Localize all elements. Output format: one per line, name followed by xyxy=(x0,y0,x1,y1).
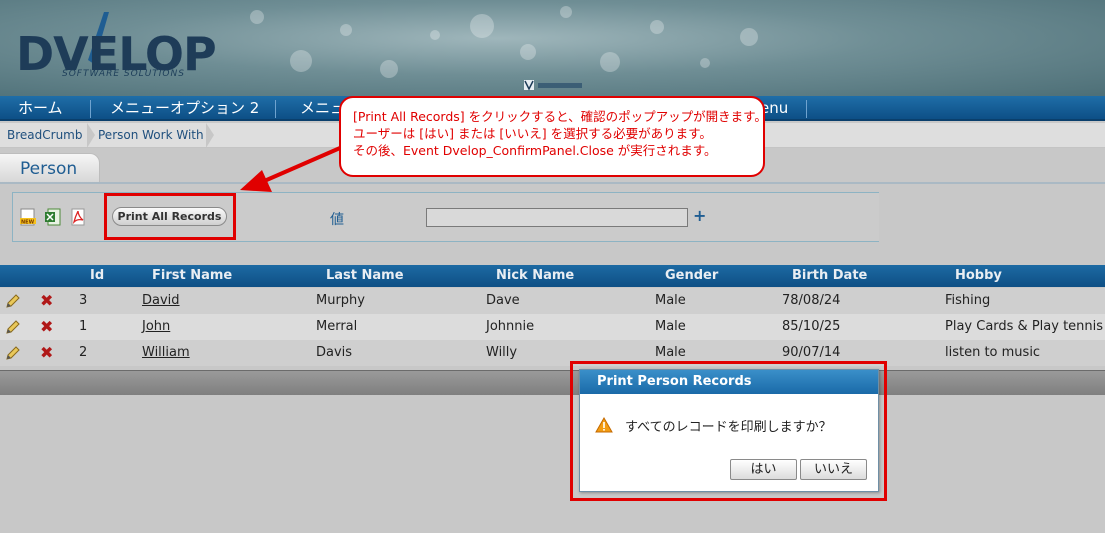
table-row: ✖ 1 John Merral Johnnie Male 85/10/25 Pl… xyxy=(0,314,1105,340)
callout-line: [Print All Records] をクリックすると、確認のポップアップが開… xyxy=(353,109,767,124)
table-row: ✖ 2 William Davis Willy Male 90/07/14 li… xyxy=(0,340,1105,366)
cell-nick-name: Willy xyxy=(486,345,518,360)
highlight-print-button xyxy=(104,193,236,240)
pdf-export-icon[interactable] xyxy=(70,208,86,226)
pencil-icon[interactable] xyxy=(5,319,21,335)
header-bokeh xyxy=(560,6,572,18)
header-bokeh xyxy=(520,44,536,60)
header-bokeh xyxy=(380,60,398,78)
column-header-last-name[interactable]: Last Name xyxy=(326,265,404,287)
header-bokeh xyxy=(250,10,264,24)
cell-birth-date: 78/08/24 xyxy=(782,293,841,308)
table-row: ✖ 3 David Murphy Dave Male 78/08/24 Fish… xyxy=(0,288,1105,314)
add-icon[interactable]: + xyxy=(693,207,706,225)
column-header-id[interactable]: Id xyxy=(90,265,104,287)
nav-separator xyxy=(275,100,276,118)
nav-separator xyxy=(90,100,91,118)
breadcrumb-separator xyxy=(87,123,95,148)
confirm-dialog: Print Person Records すべてのレコードを印刷しますか？ はい… xyxy=(579,369,879,492)
breadcrumb-separator xyxy=(206,123,214,148)
yes-button[interactable]: はい xyxy=(730,459,797,480)
header-bokeh xyxy=(700,58,710,68)
callout-line: ユーザーは [はい] または [いいえ] を選択する必要があります。 xyxy=(353,126,712,141)
cell-last-name: Merral xyxy=(316,319,358,334)
breadcrumb-item-root[interactable]: BreadCrumb xyxy=(7,123,82,148)
column-header-birth-date[interactable]: Birth Date xyxy=(792,265,867,287)
cell-id: 3 xyxy=(79,293,88,308)
nav-item-home[interactable]: ホーム xyxy=(18,96,63,121)
cell-last-name: Murphy xyxy=(316,293,365,308)
x-icon[interactable]: ✖ xyxy=(40,314,53,340)
callout-line: その後、Event Dvelop_ConfirmPanel.Close が実行さ… xyxy=(353,143,717,158)
header-bokeh xyxy=(740,28,758,46)
x-icon[interactable]: ✖ xyxy=(40,340,53,366)
header-bokeh xyxy=(470,14,494,38)
dialog-title[interactable]: Print Person Records xyxy=(580,370,878,394)
cell-hobby: Fishing xyxy=(945,293,991,308)
column-header-first-name[interactable]: First Name xyxy=(152,265,232,287)
value-input[interactable] xyxy=(426,208,688,227)
column-header-gender[interactable]: Gender xyxy=(665,265,718,287)
value-label: 値 xyxy=(330,212,344,228)
cell-hobby: Play Cards & Play tennis xyxy=(945,319,1104,334)
column-header-nick-name[interactable]: Nick Name xyxy=(496,265,574,287)
cell-gender: Male xyxy=(655,293,686,308)
cell-id: 2 xyxy=(79,345,88,360)
dialog-message: すべてのレコードを印刷しますか？ xyxy=(625,420,832,435)
annotation-arrow-icon xyxy=(240,146,341,192)
cell-hobby: listen to music xyxy=(945,345,1041,360)
header-bokeh xyxy=(430,30,440,40)
cell-birth-date: 85/10/25 xyxy=(782,319,841,334)
app-header: DVELOP SOFTWARE SOLUTIONS xyxy=(0,0,1105,96)
tab-person[interactable]: Person xyxy=(0,153,100,183)
cell-last-name: Davis xyxy=(316,345,353,360)
tab-underline xyxy=(0,182,1105,184)
nav-separator xyxy=(806,100,807,118)
cell-first-name-link[interactable]: William xyxy=(142,340,190,366)
svg-text:NEW: NEW xyxy=(21,220,35,226)
warning-icon xyxy=(595,417,613,433)
cell-id: 1 xyxy=(79,319,88,334)
excel-export-icon[interactable] xyxy=(45,208,61,226)
cell-first-name-link[interactable]: David xyxy=(142,288,180,314)
pencil-icon[interactable] xyxy=(5,293,21,309)
header-bokeh xyxy=(290,50,312,72)
cell-gender: Male xyxy=(655,319,686,334)
header-bokeh xyxy=(600,52,620,72)
x-icon[interactable]: ✖ xyxy=(40,288,53,314)
new-record-icon[interactable]: NEW xyxy=(20,208,36,226)
header-bokeh xyxy=(650,20,664,34)
annotation-callout: [Print All Records] をクリックすると、確認のポップアップが開… xyxy=(339,96,767,177)
no-button[interactable]: いいえ xyxy=(800,459,867,480)
mini-logo-icon xyxy=(524,80,582,91)
breadcrumb-item-current[interactable]: Person Work With xyxy=(98,123,204,148)
cell-nick-name: Johnnie xyxy=(486,319,535,334)
cell-first-name-link[interactable]: John xyxy=(142,314,170,340)
grid-header: Id First Name Last Name Nick Name Gender… xyxy=(0,265,1105,287)
header-bokeh xyxy=(340,24,352,36)
logo-subtitle: SOFTWARE SOLUTIONS xyxy=(62,69,185,79)
grid-footer xyxy=(0,370,1105,395)
cell-nick-name: Dave xyxy=(486,293,520,308)
column-header-hobby[interactable]: Hobby xyxy=(955,265,1002,287)
pencil-icon[interactable] xyxy=(5,345,21,361)
nav-item-menu-option-2[interactable]: メニューオプション 2 xyxy=(110,96,259,121)
